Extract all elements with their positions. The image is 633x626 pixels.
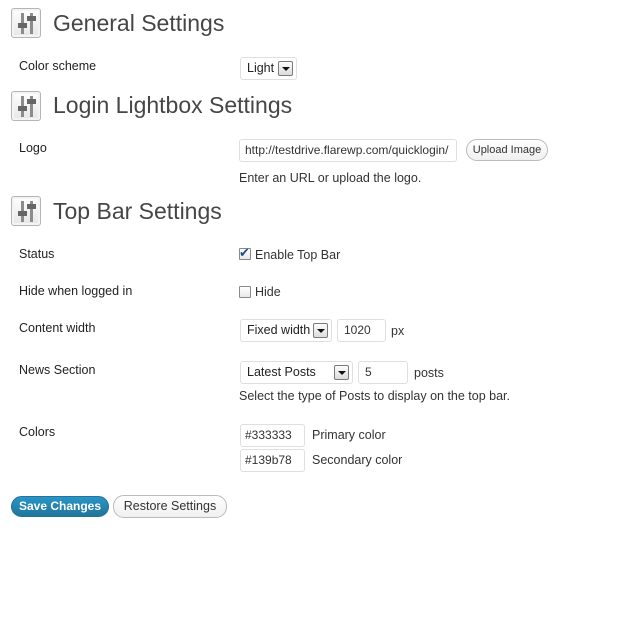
top-bar-settings-heading: Top Bar Settings — [53, 198, 222, 224]
primary-color-input[interactable]: #333333 — [240, 424, 305, 447]
color-scheme-select[interactable]: Light — [240, 57, 297, 80]
general-settings-heading: General Settings — [53, 10, 225, 36]
hide-checkbox-label[interactable]: Hide — [255, 284, 281, 300]
enable-top-bar-label[interactable]: Enable Top Bar — [255, 247, 340, 263]
news-count-unit: posts — [414, 366, 444, 380]
content-width-input[interactable]: 1020 — [337, 319, 386, 342]
color-scheme-value: Light — [247, 61, 275, 75]
login-lightbox-settings-heading: Login Lightbox Settings — [53, 92, 293, 118]
enable-top-bar-checkbox[interactable]: ✔ — [239, 245, 251, 260]
chevron-down-icon — [334, 365, 349, 380]
logo-label: Logo — [19, 141, 47, 155]
logo-url-input[interactable]: http://testdrive.flarewp.com/quicklogin/ — [239, 139, 457, 162]
content-width-unit: px — [391, 324, 405, 338]
chevron-down-icon — [313, 323, 328, 338]
primary-color-label: Primary color — [312, 428, 386, 442]
settings-sliders-icon — [11, 196, 41, 226]
secondary-color-label: Secondary color — [312, 453, 403, 467]
color-scheme-label: Color scheme — [19, 59, 97, 73]
chevron-down-icon — [278, 61, 293, 76]
news-help-text: Select the type of Posts to display on t… — [239, 389, 511, 403]
news-section-label: News Section — [19, 363, 96, 377]
news-count-input[interactable]: 5 — [358, 361, 408, 384]
secondary-color-input[interactable]: #139b78 — [240, 449, 305, 472]
news-type-select[interactable]: Latest Posts — [240, 361, 353, 384]
settings-sliders-icon — [11, 8, 41, 38]
content-width-label: Content width — [19, 321, 96, 335]
colors-label: Colors — [19, 425, 56, 439]
hide-when-logged-in-label: Hide when logged in — [19, 284, 133, 298]
upload-image-button[interactable]: Upload Image — [466, 139, 548, 161]
logo-help-text: Enter an URL or upload the logo. — [239, 171, 422, 185]
content-width-mode-value: Fixed width — [247, 323, 311, 337]
news-type-value: Latest Posts — [247, 365, 316, 379]
restore-settings-button[interactable]: Restore Settings — [113, 495, 227, 518]
settings-sliders-icon — [11, 91, 41, 121]
status-label: Status — [19, 247, 55, 261]
checkmark-icon: ✔ — [239, 245, 250, 260]
save-changes-button[interactable]: Save Changes — [11, 496, 109, 517]
hide-checkbox[interactable] — [239, 286, 251, 298]
content-width-mode-select[interactable]: Fixed width — [240, 319, 332, 342]
